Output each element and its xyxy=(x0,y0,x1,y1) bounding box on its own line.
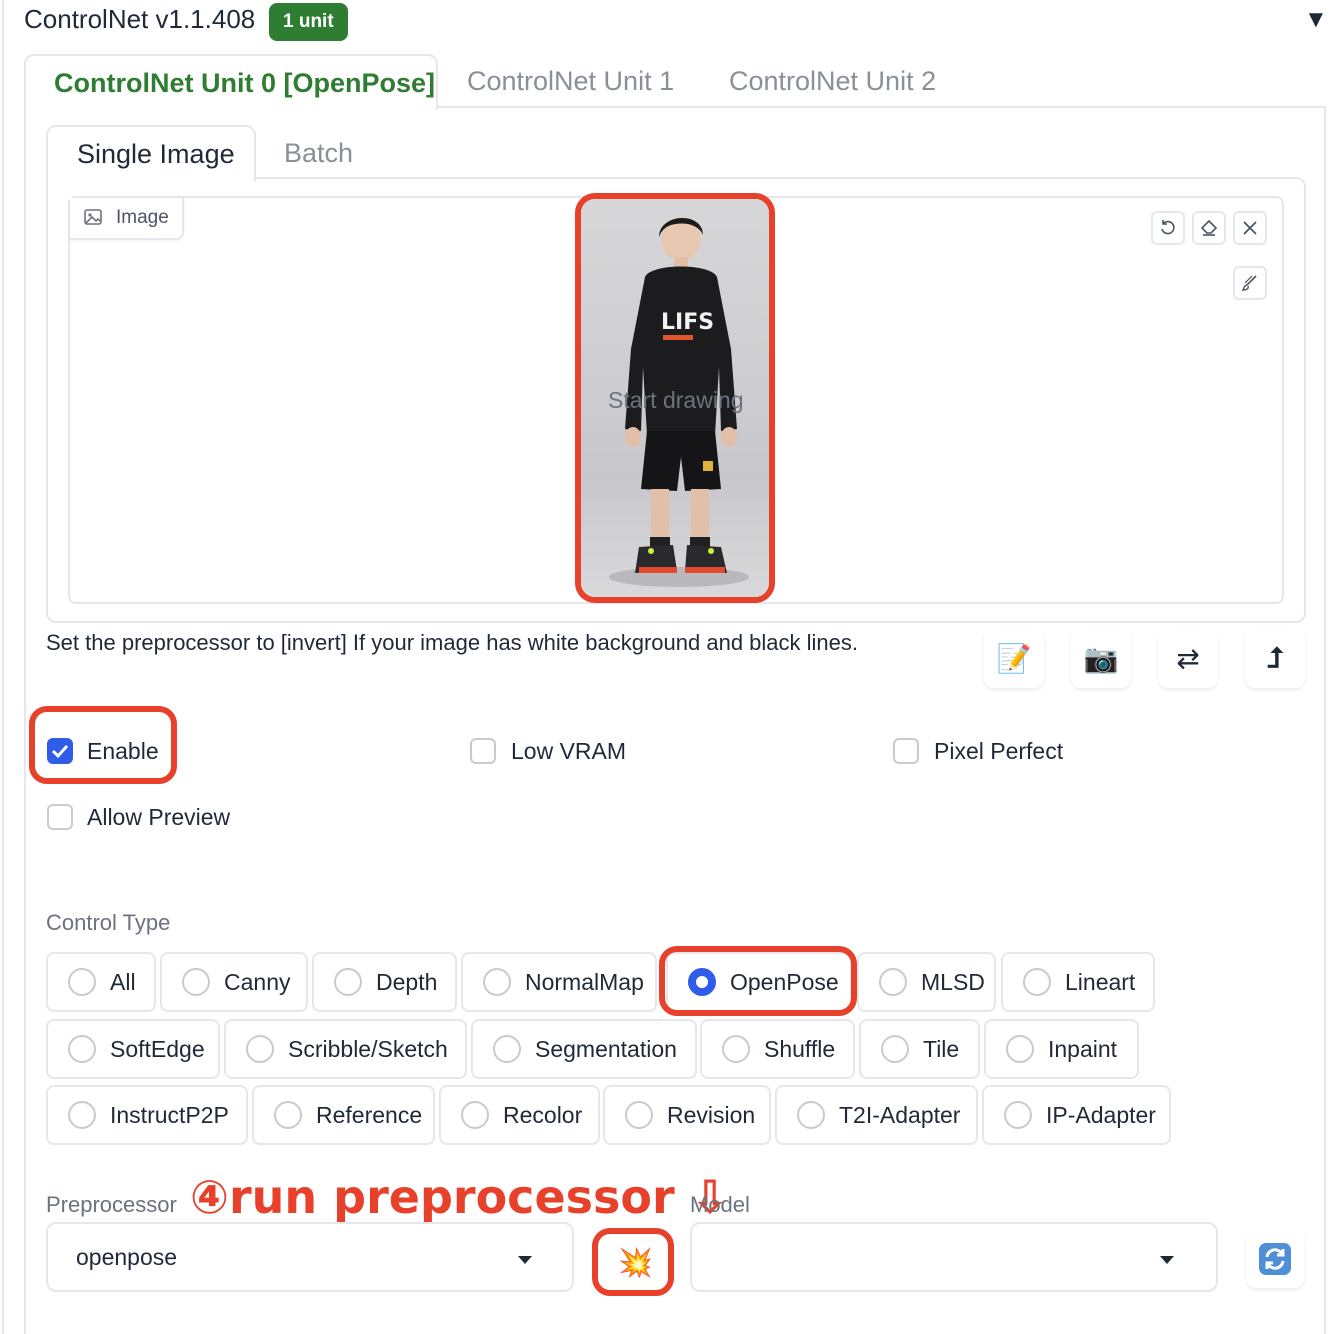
brush-icon[interactable] xyxy=(1233,266,1267,300)
control-type-instructp2p[interactable]: InstructP2P xyxy=(46,1085,248,1145)
pixel-perfect-label: Pixel Perfect xyxy=(934,738,1064,764)
eraser-icon[interactable] xyxy=(1192,211,1226,245)
control-type-revision[interactable]: Revision xyxy=(603,1085,771,1145)
preprocessor-value: openpose xyxy=(76,1244,178,1270)
radio-circle xyxy=(68,1101,96,1129)
openpose-highlight xyxy=(659,946,857,1016)
radio-circle xyxy=(625,1101,653,1129)
radio-circle xyxy=(334,968,362,996)
control-type-recolor[interactable]: Recolor xyxy=(439,1085,600,1145)
radio-circle xyxy=(483,968,511,996)
tab-controlnet-unit-2[interactable]: ControlNet Unit 2 xyxy=(729,66,936,97)
annotation-run-preprocessor: ④run preprocessor ⇩ xyxy=(190,1170,730,1224)
svg-text:LIFS: LIFS xyxy=(661,310,714,335)
model-label: Model xyxy=(690,1192,750,1217)
tab-label: Single Image xyxy=(77,139,235,169)
allow-preview-checkbox[interactable] xyxy=(47,804,73,830)
start-drawing-overlay: Start drawing xyxy=(608,387,744,413)
tab-single-image[interactable]: Single Image xyxy=(46,125,256,181)
chevron-down-icon xyxy=(518,1256,532,1264)
refresh-icon xyxy=(1259,1243,1291,1275)
memo-icon[interactable]: 📝 xyxy=(984,628,1044,688)
control-type-depth[interactable]: Depth xyxy=(312,952,457,1012)
tab-bar-divider xyxy=(436,106,1326,108)
tab-label: ControlNet Unit 0 [OpenPose] xyxy=(54,68,436,98)
image-label-text: Image xyxy=(116,207,169,228)
run-preprocessor-button[interactable]: 💥 xyxy=(592,1228,674,1296)
enable-label: Enable xyxy=(87,738,159,764)
control-type-mlsd[interactable]: MLSD xyxy=(857,952,996,1012)
radio-circle xyxy=(493,1035,521,1063)
control-type-segmentation[interactable]: Segmentation xyxy=(471,1019,697,1079)
panel-border xyxy=(2,0,4,1334)
enable-checkbox[interactable] xyxy=(47,738,73,764)
close-icon[interactable] xyxy=(1233,211,1267,245)
image-label: Image xyxy=(70,198,184,240)
chevron-down-icon xyxy=(1160,1256,1174,1264)
control-type-reference[interactable]: Reference xyxy=(252,1085,435,1145)
control-type-tile[interactable]: Tile xyxy=(859,1019,980,1079)
tab-batch[interactable]: Batch xyxy=(284,138,353,169)
control-type-ip-adapter[interactable]: IP-Adapter xyxy=(982,1085,1171,1145)
control-type-inpaint[interactable]: Inpaint xyxy=(984,1019,1139,1079)
triangle-down-icon[interactable]: ▼ xyxy=(1304,6,1328,34)
allow-preview-label: Allow Preview xyxy=(87,804,231,830)
pixel-perfect-checkbox[interactable] xyxy=(893,738,919,764)
radio-circle xyxy=(182,968,210,996)
tab-controlnet-unit-1[interactable]: ControlNet Unit 1 xyxy=(467,66,674,97)
radio-circle xyxy=(461,1101,489,1129)
panel-title: ControlNet v1.1.408 xyxy=(24,4,256,34)
preprocessor-label: Preprocessor xyxy=(46,1192,177,1217)
swap-icon[interactable]: ⇄ xyxy=(1158,628,1218,688)
control-type-canny[interactable]: Canny xyxy=(160,952,308,1012)
radio-circle xyxy=(68,968,96,996)
tab-controlnet-unit-0[interactable]: ControlNet Unit 0 [OpenPose] xyxy=(24,54,438,110)
explosion-icon: 💥 xyxy=(618,1247,653,1278)
upload-arrow-icon[interactable]: ⮥ xyxy=(1245,628,1305,688)
preprocessor-dropdown[interactable]: openpose xyxy=(46,1222,574,1292)
control-type-label: Control Type xyxy=(46,910,171,935)
control-type-shuffle[interactable]: Shuffle xyxy=(700,1019,855,1079)
image-icon xyxy=(84,209,102,225)
control-type-lineart[interactable]: Lineart xyxy=(1001,952,1155,1012)
radio-circle xyxy=(274,1101,302,1129)
refresh-models-button[interactable] xyxy=(1246,1230,1304,1288)
control-type-t2i-adapter[interactable]: T2I-Adapter xyxy=(775,1085,978,1145)
control-type-normalmap[interactable]: NormalMap xyxy=(461,952,657,1012)
undo-icon[interactable] xyxy=(1151,211,1185,245)
checkmark-icon xyxy=(51,744,69,759)
camera-icon[interactable]: 📷 xyxy=(1071,628,1131,688)
unit-count-badge: 1 unit xyxy=(269,3,348,41)
low-vram-checkbox[interactable] xyxy=(470,738,496,764)
radio-circle xyxy=(1004,1101,1032,1129)
radio-circle xyxy=(722,1035,750,1063)
radio-circle xyxy=(1023,968,1051,996)
radio-circle xyxy=(797,1101,825,1129)
low-vram-label: Low VRAM xyxy=(511,738,627,764)
radio-circle xyxy=(68,1035,96,1063)
control-type-softedge[interactable]: SoftEdge xyxy=(46,1019,220,1079)
model-dropdown[interactable] xyxy=(690,1222,1218,1292)
radio-circle xyxy=(1006,1035,1034,1063)
radio-circle xyxy=(881,1035,909,1063)
radio-circle xyxy=(879,968,907,996)
control-type-all[interactable]: All xyxy=(46,952,156,1012)
preprocessor-hint: Set the preprocessor to [invert] If your… xyxy=(46,630,858,655)
control-type-scribble-sketch[interactable]: Scribble/Sketch xyxy=(224,1019,467,1079)
radio-circle xyxy=(246,1035,274,1063)
